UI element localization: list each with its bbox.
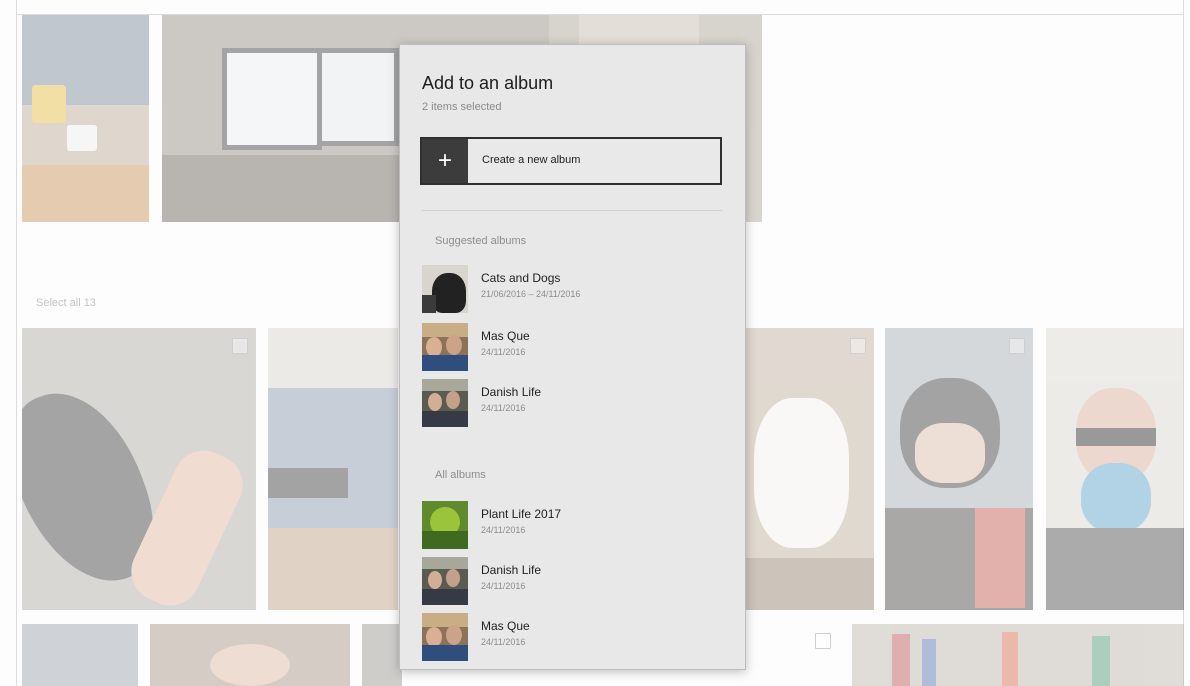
photo-checkbox[interactable]	[1009, 338, 1025, 354]
album-date: 24/11/2016	[481, 347, 526, 357]
photo-cat-mask-selfie[interactable]	[885, 328, 1033, 610]
photo-desk-left[interactable]	[22, 15, 149, 222]
album-item[interactable]: Plant Life 2017 24/11/2016	[422, 501, 722, 553]
suggested-albums-heading: Suggested albums	[435, 235, 527, 247]
create-new-album-button[interactable]: + Create a new album	[420, 137, 722, 185]
album-name: Plant Life 2017	[481, 507, 562, 521]
plant-thumbnail	[422, 501, 468, 549]
album-date: 24/11/2016	[481, 581, 526, 591]
album-date: 24/11/2016	[481, 525, 526, 535]
group-thumbnail	[422, 557, 468, 605]
suggested-album-item[interactable]: Danish Life 24/11/2016	[422, 379, 722, 431]
flyout-divider	[422, 210, 722, 211]
album-date: 21/06/2016 – 24/11/2016	[481, 289, 581, 299]
flyout-title: Add to an album	[422, 73, 554, 93]
cat-thumbnail	[422, 265, 468, 313]
photo-cat-floor[interactable]	[22, 328, 256, 610]
photo-bookshelf[interactable]	[852, 624, 1184, 686]
photo-dog[interactable]	[744, 328, 874, 610]
photo-bottom-3[interactable]	[362, 624, 402, 686]
left-border	[16, 0, 17, 686]
selection-count: 2 items selected	[422, 101, 502, 113]
album-name: Danish Life	[481, 385, 542, 399]
group-thumbnail	[422, 379, 468, 427]
photo-bottom-2[interactable]	[150, 624, 350, 686]
photo-beard-selfie[interactable]	[1046, 328, 1184, 610]
group-thumbnail	[422, 613, 468, 661]
create-new-album-label: Create a new album	[482, 154, 581, 166]
all-albums-heading: All albums	[435, 469, 486, 481]
group-thumbnail	[422, 323, 468, 371]
photo-legs[interactable]	[268, 328, 398, 610]
suggested-album-item[interactable]: Cats and Dogs 21/06/2016 – 24/11/2016	[422, 265, 722, 317]
photo-bottom-1[interactable]	[22, 624, 138, 686]
album-date: 24/11/2016	[481, 403, 526, 413]
select-all-link[interactable]: Select all 13	[36, 297, 96, 309]
photo-checkbox[interactable]	[232, 338, 248, 354]
album-name: Mas Que	[481, 329, 530, 343]
album-item[interactable]: Danish Life 24/11/2016	[422, 557, 722, 609]
album-item[interactable]: Mas Que 24/11/2016	[422, 613, 722, 665]
album-name: Cats and Dogs	[481, 271, 561, 285]
photos-app: Select all 13 Add to an album 2 items se…	[0, 0, 1190, 686]
photo-checkbox[interactable]	[850, 338, 866, 354]
add-to-album-flyout: Add to an album 2 items selected + Creat…	[399, 44, 746, 670]
plus-icon: +	[422, 139, 468, 183]
album-name: Danish Life	[481, 563, 542, 577]
suggested-album-item[interactable]: Mas Que 24/11/2016	[422, 323, 722, 375]
photo-checkbox[interactable]	[815, 633, 831, 649]
album-date: 24/11/2016	[481, 637, 526, 647]
album-name: Mas Que	[481, 619, 530, 633]
